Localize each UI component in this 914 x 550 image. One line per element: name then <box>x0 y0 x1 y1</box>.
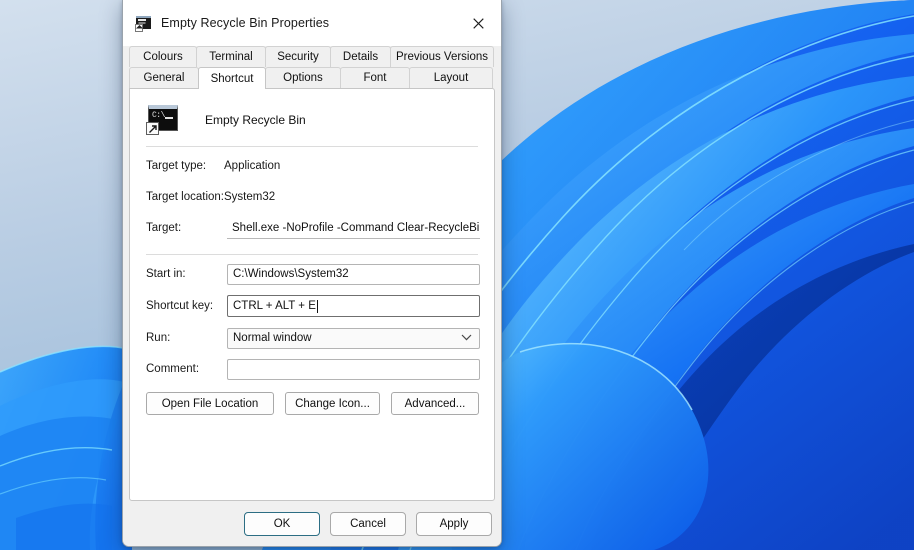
row-shortcut-key: Shortcut key: CTRL + ALT + E <box>144 293 480 319</box>
tab-details[interactable]: Details <box>330 46 391 67</box>
tab-row-1: Colours Terminal Security Details Previo… <box>129 46 495 67</box>
shortcut-key-value: CTRL + ALT + E <box>233 300 316 312</box>
start-in-input[interactable]: C:\Windows\System32 <box>227 264 480 285</box>
chevron-down-icon <box>461 332 472 344</box>
dialog-titlebar[interactable]: Empty Recycle Bin Properties <box>123 0 501 46</box>
cancel-button[interactable]: Cancel <box>330 512 406 536</box>
label-comment: Comment: <box>146 363 224 375</box>
shortcut-action-buttons: Open File Location Change Icon... Advanc… <box>144 392 480 415</box>
shortcut-app-name: Empty Recycle Bin <box>205 113 306 127</box>
label-target-location: Target location: <box>146 191 224 203</box>
tab-strip: Colours Terminal Security Details Previo… <box>123 46 501 88</box>
console-icon-text: C:\ <box>152 112 165 120</box>
comment-input[interactable] <box>227 359 480 380</box>
divider-top <box>146 146 478 147</box>
tab-terminal[interactable]: Terminal <box>196 46 266 67</box>
label-target: Target: <box>146 222 224 234</box>
label-shortcut-key: Shortcut key: <box>146 300 224 312</box>
dialog-footer: OK Cancel Apply <box>123 501 501 546</box>
advanced-button[interactable]: Advanced... <box>391 392 479 415</box>
change-icon-button[interactable]: Change Icon... <box>285 392 380 415</box>
value-target-type: Application <box>224 160 280 172</box>
tab-font[interactable]: Font <box>340 67 410 88</box>
run-dropdown[interactable]: Normal window <box>227 328 480 349</box>
ok-button[interactable]: OK <box>244 512 320 536</box>
properties-dialog: Empty Recycle Bin Properties Colours Ter… <box>122 0 502 547</box>
shortcut-app-header: C:\ Empty Recycle Bin <box>144 99 480 141</box>
text-caret <box>317 300 318 313</box>
row-comment: Comment: <box>144 357 480 381</box>
shortcut-tab-panel: C:\ Empty Recycle Bin Target type: Appli… <box>129 88 495 501</box>
tab-security[interactable]: Security <box>265 46 331 67</box>
row-target: Target: Shell.exe -NoProfile -Command Cl… <box>144 216 480 240</box>
shortcut-key-input[interactable]: CTRL + ALT + E <box>227 295 480 317</box>
row-run: Run: Normal window <box>144 326 480 350</box>
desktop: Empty Recycle Bin Properties Colours Ter… <box>0 0 914 550</box>
label-run: Run: <box>146 332 224 344</box>
tab-options[interactable]: Options <box>265 67 341 88</box>
tab-layout[interactable]: Layout <box>409 67 493 88</box>
row-target-location: Target location: System32 <box>144 185 480 209</box>
shortcut-console-icon <box>135 15 152 32</box>
dialog-title: Empty Recycle Bin Properties <box>161 16 329 30</box>
row-start-in: Start in: C:\Windows\System32 <box>144 262 480 286</box>
tab-previous-versions[interactable]: Previous Versions <box>390 46 494 67</box>
label-target-type: Target type: <box>146 160 224 172</box>
console-shortcut-icon: C:\ <box>146 105 178 135</box>
tab-row-2: General Shortcut Options Font Layout <box>129 67 495 88</box>
divider-middle <box>146 254 478 255</box>
run-selected-value: Normal window <box>233 332 312 344</box>
apply-button[interactable]: Apply <box>416 512 492 536</box>
tab-shortcut[interactable]: Shortcut <box>198 67 266 89</box>
target-input[interactable]: Shell.exe -NoProfile -Command Clear-Recy… <box>227 218 480 239</box>
value-target-location: System32 <box>224 191 275 203</box>
open-file-location-button[interactable]: Open File Location <box>146 392 274 415</box>
tab-colours[interactable]: Colours <box>129 46 197 67</box>
close-icon[interactable] <box>455 0 501 46</box>
tab-general[interactable]: General <box>129 67 199 88</box>
row-target-type: Target type: Application <box>144 154 480 178</box>
label-start-in: Start in: <box>146 268 224 280</box>
